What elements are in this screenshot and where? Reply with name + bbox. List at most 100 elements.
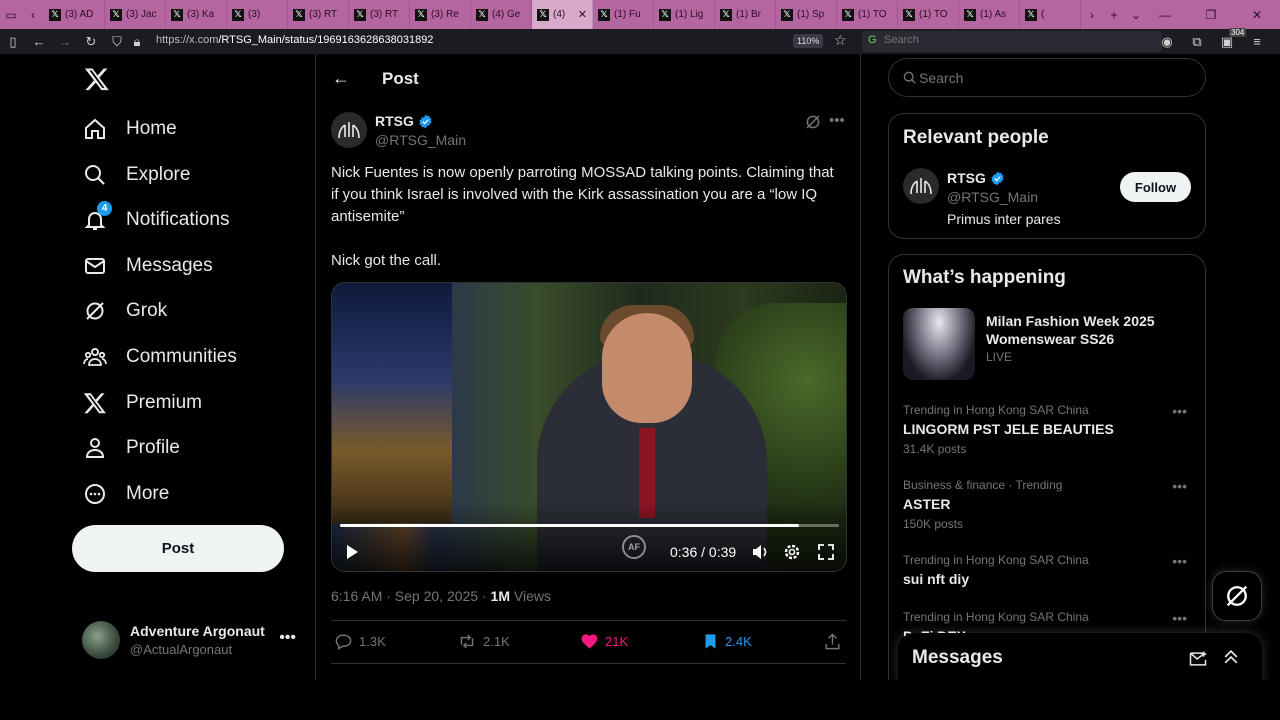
- close-window-icon[interactable]: ✕: [1234, 0, 1280, 29]
- chevron-double-up-icon[interactable]: [1221, 647, 1241, 667]
- trend-item[interactable]: Trending in Hong Kong SAR China sui nft d…: [903, 553, 1193, 587]
- nav-item-explore[interactable]: Explore: [82, 158, 190, 192]
- account-icon[interactable]: ◉: [1154, 29, 1180, 54]
- post-button[interactable]: Post: [72, 525, 284, 572]
- back-icon[interactable]: ←: [26, 29, 52, 54]
- trend-more-icon[interactable]: •••: [1172, 610, 1187, 626]
- x-logo-icon[interactable]: [84, 66, 110, 92]
- tweet-text: Nick Fuentes is now openly parroting MOS…: [331, 164, 834, 269]
- nav-item-home[interactable]: Home: [82, 112, 177, 146]
- browser-search-box[interactable]: G: [862, 31, 1162, 52]
- browser-tab[interactable]: 𝕏 (1) TO: [898, 0, 959, 29]
- grok-floating-button[interactable]: [1212, 571, 1262, 621]
- close-tab-icon[interactable]: ✕: [578, 8, 587, 21]
- tweet-timestamp[interactable]: 6:16 AM · Sep 20, 2025 ·: [331, 588, 491, 604]
- search-input[interactable]: [919, 70, 1169, 86]
- reload-icon[interactable]: ↻: [78, 29, 104, 54]
- nav-item-messages[interactable]: Messages: [82, 249, 213, 283]
- browser-tab[interactable]: 𝕏 (4) ✕: [532, 0, 593, 29]
- browser-search-input[interactable]: [884, 34, 1144, 46]
- relevant-name[interactable]: RTSG: [947, 170, 1005, 186]
- nav-item-more[interactable]: More: [82, 477, 169, 511]
- browser-tab[interactable]: 𝕏(: [1020, 0, 1081, 29]
- event-title[interactable]: Milan Fashion Week 2025 Womenswear SS26: [986, 312, 1186, 348]
- x-favicon-icon: 𝕏: [354, 8, 366, 21]
- forward-icon[interactable]: →: [52, 29, 78, 54]
- url-bar[interactable]: https://x.com/RTSG_Main/status/196916362…: [156, 34, 433, 46]
- extensions-icon[interactable]: ⧉: [1184, 29, 1210, 54]
- author-handle[interactable]: @RTSG_Main: [375, 132, 466, 148]
- nav-item-premium[interactable]: Premium: [82, 386, 202, 420]
- event-status: LIVE: [986, 350, 1013, 364]
- nav-item-communities[interactable]: Communities: [82, 340, 237, 374]
- search-engine-icon: G: [868, 34, 877, 46]
- trend-more-icon[interactable]: •••: [1172, 403, 1187, 419]
- browser-tab[interactable]: 𝕏 (1) Fu: [593, 0, 654, 29]
- nav-item-profile[interactable]: Profile: [82, 431, 180, 465]
- browser-tab[interactable]: 𝕏 (4) Ge: [471, 0, 532, 29]
- back-arrow-icon[interactable]: ←: [332, 68, 350, 89]
- author-avatar[interactable]: [331, 112, 367, 148]
- browser-tab[interactable]: 𝕏 (3) Re: [410, 0, 471, 29]
- fullscreen-icon[interactable]: [816, 542, 836, 562]
- browser-tab[interactable]: 𝕏 (3) AD: [44, 0, 105, 29]
- like-button[interactable]: 21K: [580, 632, 628, 651]
- bookmark-button[interactable]: 2.4K: [702, 632, 752, 651]
- repost-button[interactable]: 2.1K: [457, 632, 510, 651]
- x-favicon-icon: 𝕏: [964, 8, 976, 21]
- x-favicon-icon: 𝕏: [659, 8, 671, 21]
- tab-overview-icon[interactable]: ▭: [0, 0, 22, 29]
- more-dots-icon[interactable]: •••: [279, 629, 296, 647]
- browser-tab[interactable]: 𝕏 (1) TO: [837, 0, 898, 29]
- x-favicon-icon: 𝕏: [49, 8, 61, 21]
- nav-item-grok[interactable]: Grok: [82, 294, 167, 328]
- browser-tab[interactable]: 𝕏 (1) Br: [715, 0, 776, 29]
- trend-context: Business & finance · Trending: [903, 478, 1063, 492]
- browser-tab[interactable]: 𝕏 (3) Jac: [105, 0, 166, 29]
- browser-tab[interactable]: 𝕏 (1) Sp: [776, 0, 837, 29]
- video-player[interactable]: AF 0:36 / 0:39: [331, 282, 847, 572]
- nav-item-notifications[interactable]: 4 Notifications: [82, 201, 230, 237]
- browser-tab[interactable]: 𝕏 (1) As: [959, 0, 1020, 29]
- settings-gear-icon[interactable]: [782, 542, 802, 562]
- relevant-avatar[interactable]: [903, 168, 939, 204]
- trend-item[interactable]: Business & finance · Trending ASTER 150K p…: [903, 478, 1193, 531]
- browser-tab[interactable]: 𝕏 (3) RT: [288, 0, 349, 29]
- trend-item[interactable]: Trending in Hong Kong SAR China LINGORM P…: [903, 403, 1193, 456]
- search-box[interactable]: [888, 58, 1206, 97]
- play-icon[interactable]: [344, 544, 360, 560]
- tab-scroll-right-icon[interactable]: ›: [1081, 0, 1103, 29]
- messages-drawer[interactable]: Messages: [898, 633, 1262, 683]
- author-name[interactable]: RTSG: [375, 113, 433, 129]
- menu-icon[interactable]: ≡: [1244, 29, 1270, 54]
- bookmark-star-icon[interactable]: ☆: [834, 32, 847, 49]
- more-options-icon[interactable]: •••: [829, 112, 845, 129]
- minimize-icon[interactable]: —: [1142, 0, 1188, 29]
- main-column: ← Post RTSG @RTSG_Main ••• Nick Fuentes …: [315, 54, 861, 680]
- new-message-icon[interactable]: [1188, 649, 1208, 669]
- browser-tab[interactable]: 𝕏 (3): [227, 0, 288, 29]
- video-progress-fill: [340, 524, 800, 527]
- volume-icon[interactable]: [750, 542, 770, 562]
- browser-tab[interactable]: 𝕏 (3) Ka: [166, 0, 227, 29]
- video-time: 0:36 / 0:39: [670, 544, 737, 560]
- trend-more-icon[interactable]: •••: [1172, 478, 1187, 494]
- tab-scroll-left-icon[interactable]: ‹: [22, 0, 44, 29]
- shield-icon[interactable]: ⛉: [104, 29, 130, 54]
- relevant-handle[interactable]: @RTSG_Main: [947, 189, 1038, 205]
- reply-button[interactable]: 1.3K: [334, 632, 386, 651]
- trend-more-icon[interactable]: •••: [1172, 553, 1187, 569]
- relevant-people-panel: Relevant people RTSG @RTSG_Main Primus i…: [888, 113, 1206, 239]
- browser-tab[interactable]: 𝕏 (3) RT: [349, 0, 410, 29]
- maximize-icon[interactable]: ❐: [1188, 0, 1234, 29]
- video-progress-bar[interactable]: [340, 524, 839, 527]
- account-switcher[interactable]: Adventure Argonaut @ActualArgonaut •••: [82, 619, 302, 659]
- zoom-level[interactable]: 110%: [793, 34, 824, 48]
- new-tab-icon[interactable]: +: [1103, 0, 1125, 29]
- follow-button[interactable]: Follow: [1120, 172, 1191, 202]
- sidebar-toggle-icon[interactable]: ▯: [0, 29, 26, 54]
- browser-tab[interactable]: 𝕏 (1) Lig: [654, 0, 715, 29]
- share-button[interactable]: [823, 632, 842, 651]
- grok-icon[interactable]: [804, 113, 822, 131]
- event-thumbnail[interactable]: [903, 308, 975, 380]
